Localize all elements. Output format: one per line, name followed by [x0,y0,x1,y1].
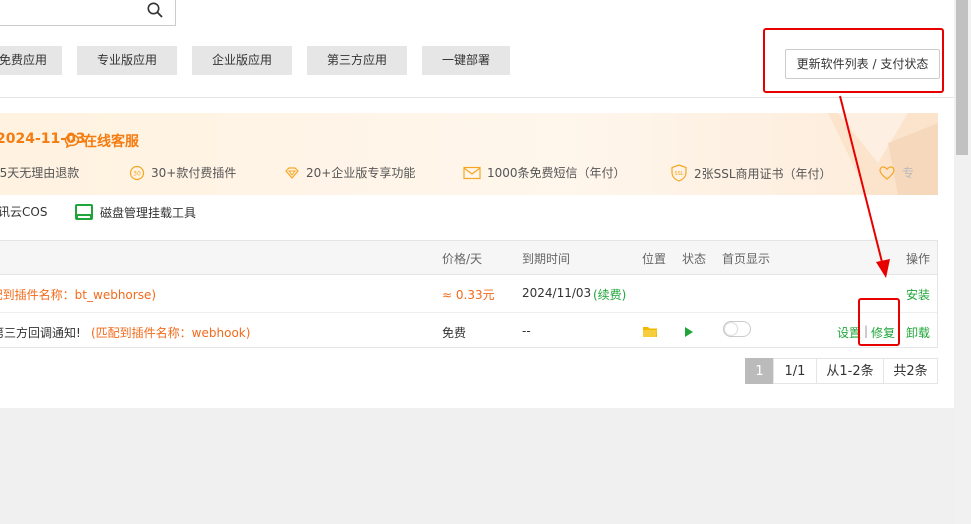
row1-renew-link[interactable]: (续费) [593,286,626,303]
scrollbar[interactable] [954,0,971,524]
row1-expire: 2024/11/03 [522,286,592,300]
feature-enterprise: 20+企业版专享功能 [284,164,415,181]
col-homepage: 首页显示 [722,252,771,266]
plugin-icon: 30 [129,165,145,180]
category-third-party[interactable]: 第三方应用 [307,46,407,75]
table-header: 价格/天 到期时间 位置 状态 首页显示 操作 [0,241,937,275]
diamond-icon [285,166,299,179]
plugin-table: 价格/天 到期时间 位置 状态 首页显示 操作 (匹配到插件名称：bt_webh… [0,240,938,348]
feature-ssl: SSL 2张SSL商用证书（年付） [670,164,832,182]
tool-tencent-cos[interactable]: 腾讯云COS [0,203,47,220]
install-button[interactable]: 安装 [906,286,930,303]
search-icon[interactable] [147,2,163,18]
search-box[interactable] [0,0,176,26]
feature-more: 专 [878,164,914,181]
banner-decoration [828,113,938,195]
feature-refund: 15天无理由退款 [0,164,79,181]
feature-more-text: 专 [902,166,915,180]
category-pro[interactable]: 专业版应用 [77,46,177,75]
col-status: 状态 [682,252,707,266]
play-icon[interactable] [684,326,694,338]
promo-banner: 2024-11-03 在线客服 15天无理由退款 30 30+款付费插件 20+… [0,113,938,195]
tool-disk-mount-label: 磁盘管理挂载工具 [100,205,197,220]
svg-text:30: 30 [133,170,141,177]
feature-sms-text: 1000条免费短信（年付） [487,166,626,180]
feature-plugins: 30 30+款付费插件 [129,164,236,181]
col-price: 价格/天 [442,252,483,266]
main-panel: 免费应用 专业版应用 企业版应用 第三方应用 一键部署 更新软件列表 / 支付状… [0,0,954,408]
annotation-highlight-box [763,28,944,93]
disk-icon [75,204,93,220]
page-current[interactable]: 1 [745,358,774,384]
col-expire: 到期时间 [522,252,571,266]
online-service-label: 在线客服 [83,134,139,150]
homepage-toggle[interactable] [723,321,751,337]
row2-price: 免费 [442,326,467,340]
col-location: 位置 [642,252,667,266]
category-one-click-deploy[interactable]: 一键部署 [422,46,510,75]
table-row: 第三方回调通知! (匹配到插件名称：webhook) 免费 -- 设置 | 修复… [0,313,937,350]
tool-tencent-cos-label: 腾讯云COS [0,205,48,219]
heart-hand-icon [879,165,895,180]
feature-ssl-text: 2张SSL商用证书（年付） [694,166,832,181]
feature-refund-text: 15天无理由退款 [0,166,80,180]
col-action: 操作 [906,252,931,266]
row2-match: (匹配到插件名称：webhook) [91,326,251,340]
mail-icon [463,166,481,179]
feature-plugins-text: 30+款付费插件 [151,166,237,180]
chat-bubble-icon [64,134,80,149]
folder-icon[interactable] [642,325,658,338]
row2-name: 第三方回调通知! [0,326,81,340]
category-enterprise[interactable]: 企业版应用 [192,46,292,75]
row1-price: ≈ 0.33元 [442,288,495,302]
page-range: 从1-2条 [816,358,884,384]
page-total: 共2条 [883,358,938,384]
tool-disk-mount[interactable]: 磁盘管理挂载工具 [74,203,196,221]
row2-expire: -- [522,324,531,338]
page-count: 1/1 [773,358,817,384]
table-row: (匹配到插件名称：bt_webhorse) ≈ 0.33元 2024/11/03… [0,275,937,313]
feature-sms: 1000条免费短信（年付） [463,164,626,181]
category-free[interactable]: 免费应用 [0,46,62,75]
online-service-link[interactable]: 在线客服 [64,131,139,151]
ssl-icon: SSL [671,164,687,182]
uninstall-button[interactable]: 卸载 [906,324,930,341]
divider [0,97,954,98]
row1-name: (匹配到插件名称：bt_webhorse) [0,288,157,302]
svg-text:SSL: SSL [674,171,683,177]
annotation-highlight-box [858,298,900,346]
scrollbar-thumb[interactable] [956,0,968,155]
feature-enterprise-text: 20+企业版专享功能 [306,166,416,180]
toggle-knob [725,323,737,335]
